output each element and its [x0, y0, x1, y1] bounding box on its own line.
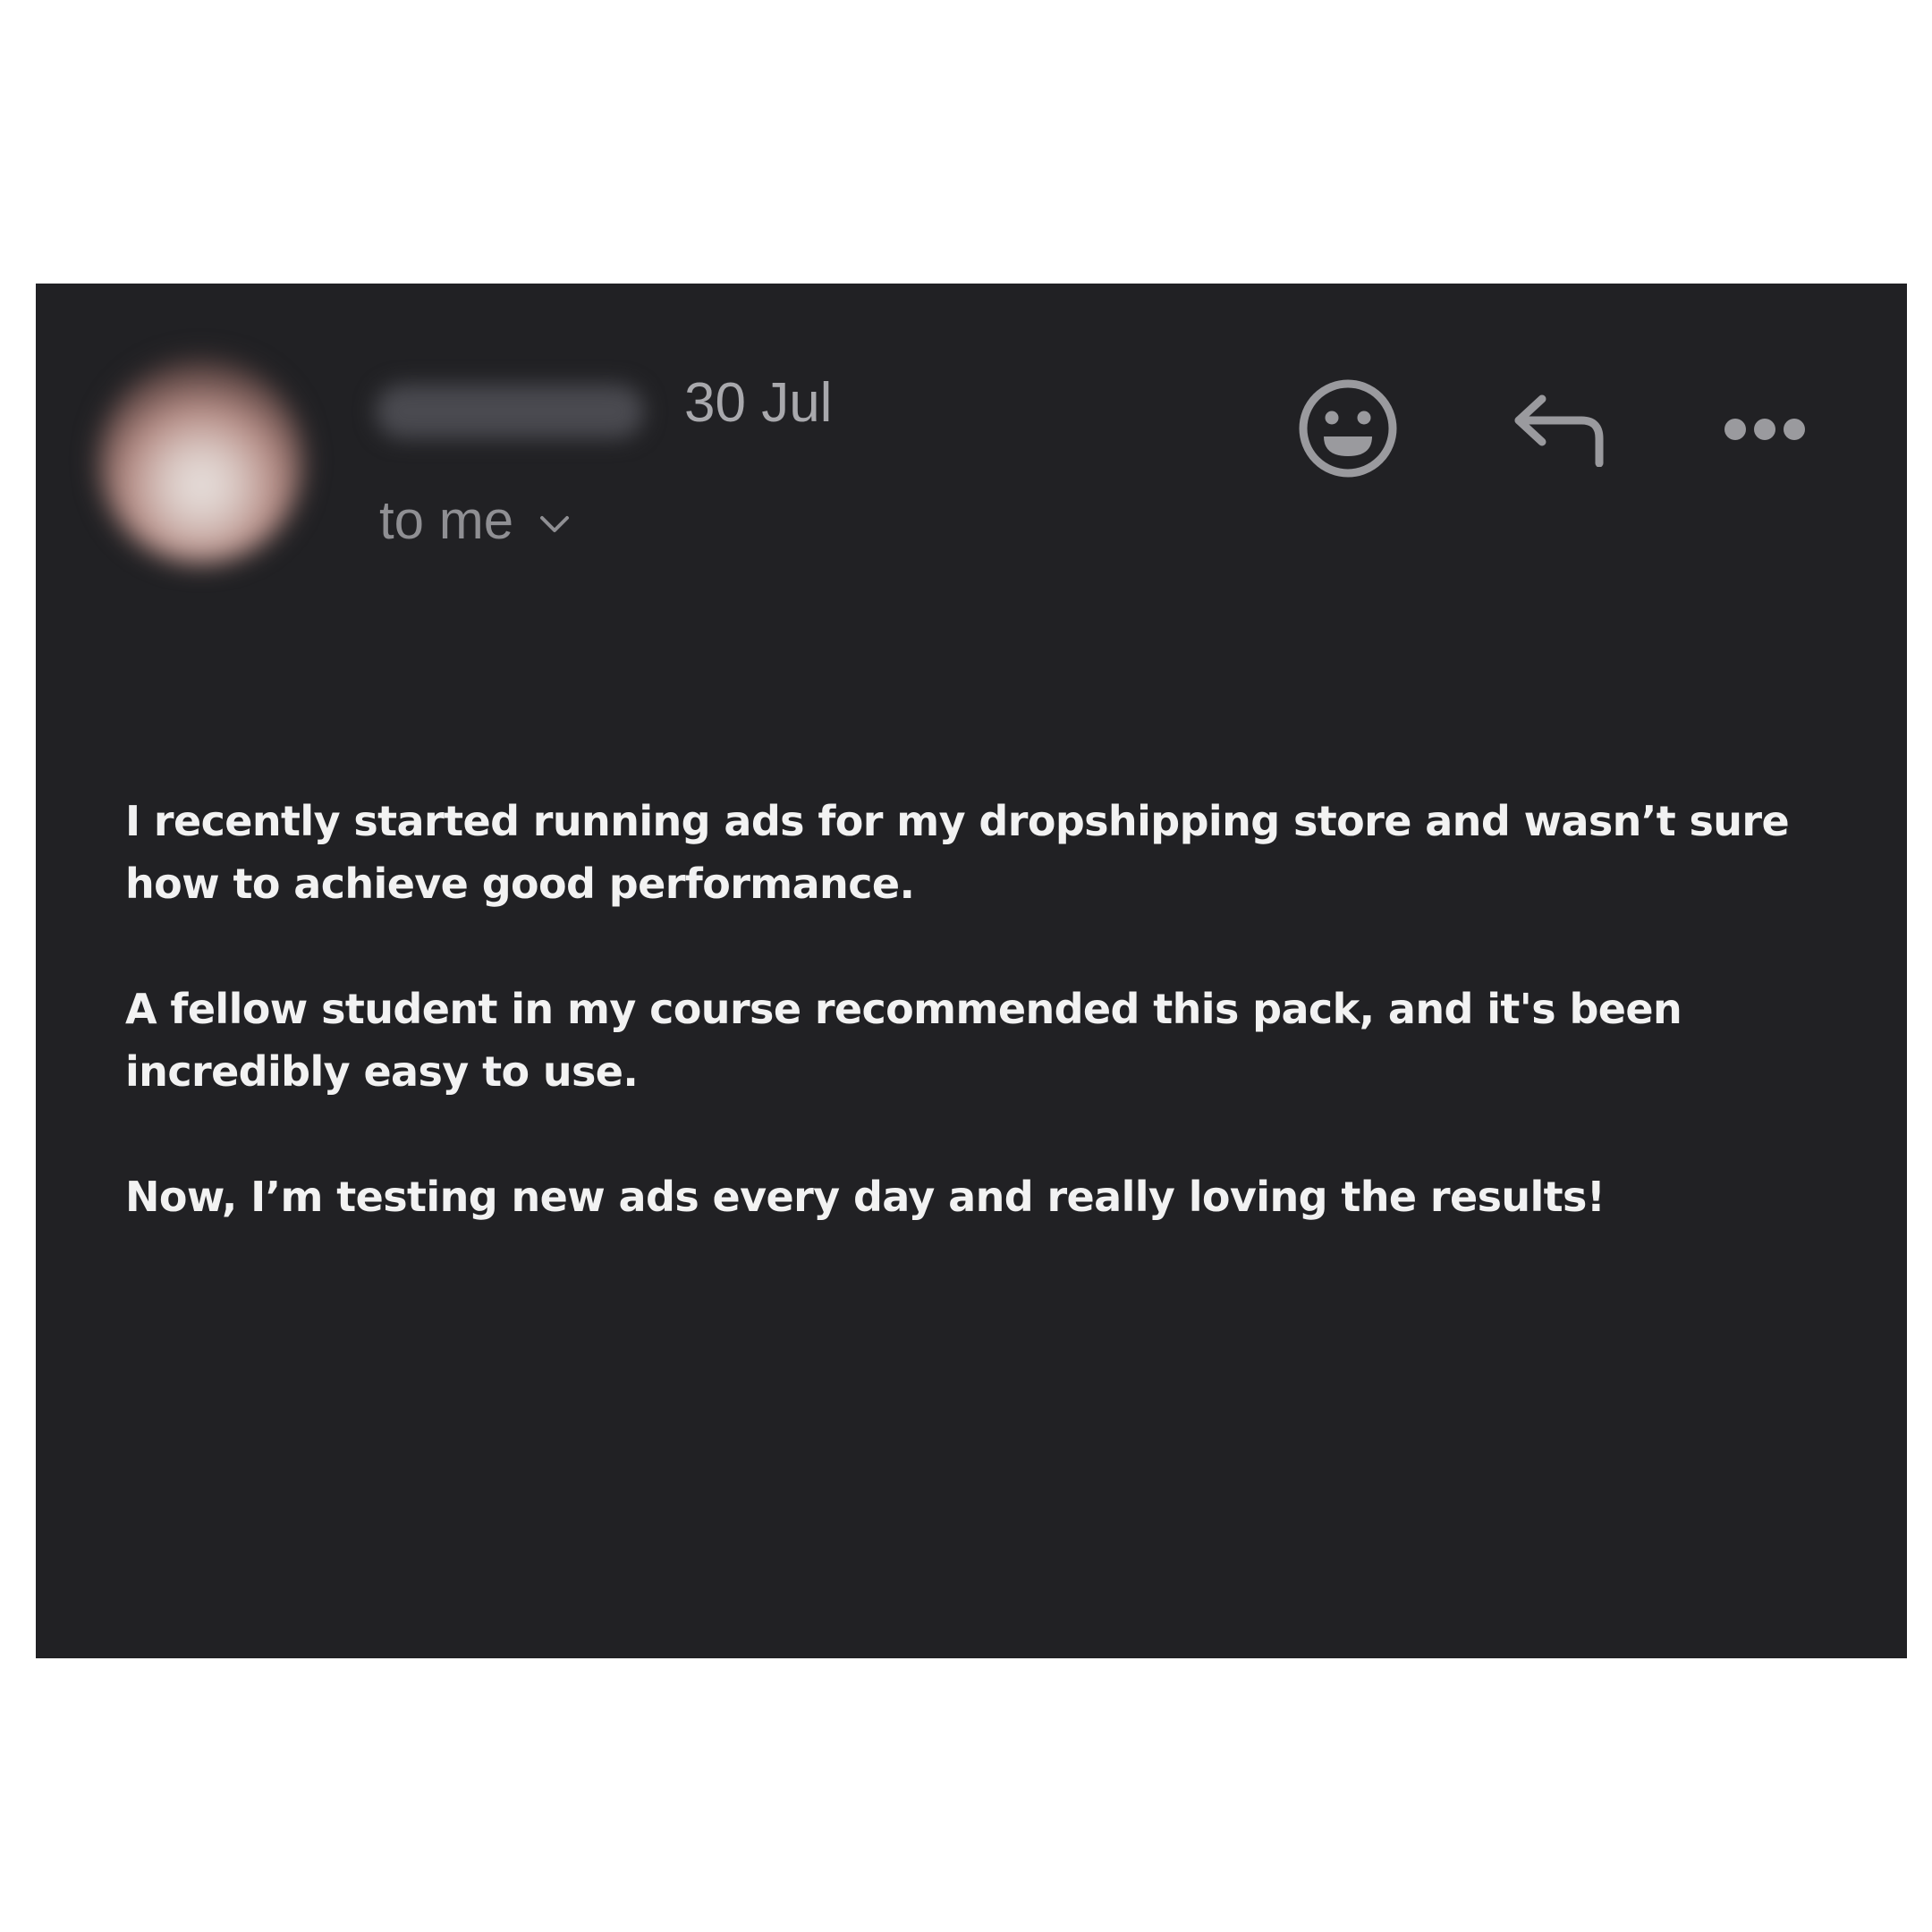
message-paragraph: I recently started running ads for my dr… — [125, 797, 1790, 908]
sender-avatar[interactable] — [98, 358, 304, 564]
message-paragraph: A fellow student in my course recommende… — [125, 985, 1682, 1096]
reply-arrow-icon[interactable] — [1512, 392, 1606, 467]
page: 30 Jul to me I recently started running … — [0, 0, 1932, 1932]
recipient-toggle[interactable]: to me — [379, 494, 571, 547]
recipient-label: to me — [379, 490, 514, 550]
message-paragraph: Now, I’m testing new ads every day and r… — [125, 1173, 1606, 1221]
message-body: I recently started running ads for my dr… — [125, 790, 1825, 1291]
chevron-down-icon — [540, 516, 570, 532]
smiley-icon[interactable] — [1297, 377, 1399, 479]
sender-name-redacted — [376, 385, 644, 438]
more-options-icon[interactable] — [1723, 413, 1807, 445]
message-date: 30 Jul — [684, 372, 833, 434]
